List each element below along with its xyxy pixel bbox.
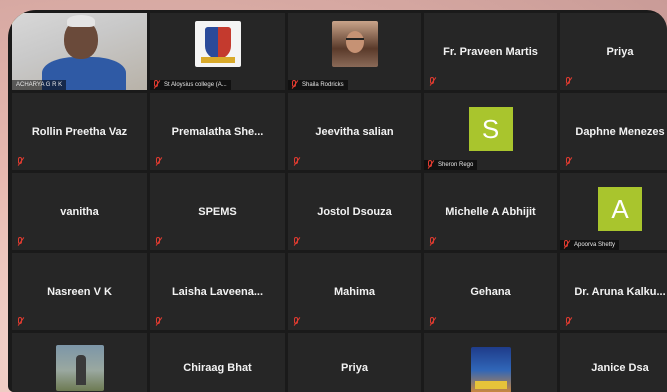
participant-tile-daphne[interactable]: Daphne Menezes xyxy=(560,93,667,170)
college-crest-image xyxy=(194,21,241,67)
participant-name: Rollin Preetha Vaz xyxy=(31,125,128,138)
person-hair xyxy=(67,15,95,27)
participant-name-label: Shaila Rodricks xyxy=(288,80,348,90)
participant-tile-spems[interactable]: SPEMS xyxy=(150,173,285,250)
muted-mic-icon xyxy=(429,317,436,326)
participant-tile-apoorva[interactable]: A Apoorva Shetty xyxy=(560,173,667,250)
participant-tile-janice[interactable]: Janice Dsa xyxy=(560,333,667,392)
participant-tile-aruna[interactable]: Dr. Aruna Kalku... xyxy=(560,253,667,330)
avatar: S xyxy=(468,107,513,151)
participant-tile-rollin[interactable]: Rollin Preetha Vaz xyxy=(12,93,147,170)
glasses xyxy=(345,38,364,44)
muted-mic-icon xyxy=(565,77,572,86)
poster-image xyxy=(470,347,511,392)
participant-tile-laisha[interactable]: Laisha Laveena... xyxy=(150,253,285,330)
muted-mic-icon xyxy=(427,160,434,169)
zoom-gallery-window: ACHARYA G R K St Aloysius college (A... xyxy=(8,10,667,392)
participant-tile-gehana[interactable]: Gehana xyxy=(424,253,557,330)
participant-tile-sheron[interactable]: S Sheron Rego xyxy=(424,93,557,170)
muted-mic-icon xyxy=(291,80,298,89)
muted-mic-icon xyxy=(17,317,24,326)
participant-name: Nasreen V K xyxy=(47,285,112,298)
muted-mic-icon xyxy=(155,237,162,246)
participant-name-label: ACHARYA G R K xyxy=(12,80,67,90)
participant-name: Mahima xyxy=(334,285,375,298)
standing-figure xyxy=(75,355,86,385)
muted-mic-icon xyxy=(429,237,436,246)
participant-name: Chiraag Bhat xyxy=(183,362,252,374)
participant-tile-premalatha[interactable]: Premalatha She... xyxy=(150,93,285,170)
participant-name-label: Apoorva Shetty xyxy=(560,240,620,250)
participant-name: Janice Dsa xyxy=(591,362,649,374)
participant-tile-mahima[interactable]: Mahima xyxy=(288,253,421,330)
participant-tile-michelle[interactable]: Michelle A Abhijit xyxy=(424,173,557,250)
participant-name: Jeevitha salian xyxy=(315,125,394,138)
crest-shield xyxy=(204,27,231,59)
participant-tile-poster[interactable] xyxy=(424,333,557,392)
crest-ribbon xyxy=(200,57,235,63)
participant-tile-jeevitha[interactable]: Jeevitha salian xyxy=(288,93,421,170)
participant-tile-nasreen[interactable]: Nasreen V K xyxy=(12,253,147,330)
participant-name: Priya xyxy=(341,362,368,374)
participant-tile-photo[interactable] xyxy=(12,333,147,392)
participant-tile-priya-2[interactable]: Priya xyxy=(288,333,421,392)
participant-tile-acharya[interactable]: ACHARYA G R K xyxy=(12,13,147,90)
participant-video xyxy=(12,13,147,90)
poster-band xyxy=(474,381,507,389)
muted-mic-icon xyxy=(565,317,572,326)
participant-tile-st-aloysius[interactable]: St Aloysius college (A... xyxy=(150,13,285,90)
photo-background: ACHARYA G R K St Aloysius college (A... xyxy=(0,0,667,392)
muted-mic-icon xyxy=(293,157,300,166)
participant-name: Daphne Menezes xyxy=(575,125,665,138)
participant-tile-priya-1[interactable]: Priya xyxy=(560,13,667,90)
participant-name: Shaila Rodricks xyxy=(302,82,344,88)
participant-name: Gehana xyxy=(470,285,511,298)
participant-tile-jostol[interactable]: Jostol Dsouza xyxy=(288,173,421,250)
muted-mic-icon xyxy=(17,157,24,166)
muted-mic-icon xyxy=(155,157,162,166)
participant-name: Priya xyxy=(606,45,634,58)
outdoor-photo xyxy=(55,345,104,391)
participant-name: Sheron Rego xyxy=(438,162,474,168)
muted-mic-icon xyxy=(155,317,162,326)
participant-name-label: Sheron Rego xyxy=(424,160,478,170)
muted-mic-icon xyxy=(293,237,300,246)
participant-name: St Aloysius college (A... xyxy=(164,82,227,88)
participant-tile-chiraag[interactable]: Chiraag Bhat xyxy=(150,333,285,392)
participant-name: Apoorva Shetty xyxy=(574,242,616,248)
muted-mic-icon xyxy=(429,77,436,86)
participant-name: Jostol Dsouza xyxy=(317,205,392,218)
profile-photo xyxy=(331,21,378,67)
participant-name: Premalatha She... xyxy=(171,125,264,138)
participant-name: Dr. Aruna Kalku... xyxy=(574,285,666,298)
participant-name: SPEMS xyxy=(198,205,237,218)
participant-tile-praveen[interactable]: Fr. Praveen Martis xyxy=(424,13,557,90)
participant-tile-vanitha[interactable]: vanitha xyxy=(12,173,147,250)
participant-name-label: St Aloysius college (A... xyxy=(150,80,231,90)
participant-name: Michelle A Abhijit xyxy=(445,205,536,218)
muted-mic-icon xyxy=(293,317,300,326)
participant-name: Fr. Praveen Martis xyxy=(443,45,538,58)
muted-mic-icon xyxy=(17,237,24,246)
muted-mic-icon xyxy=(563,240,570,249)
muted-mic-icon xyxy=(565,157,572,166)
avatar: A xyxy=(598,187,642,231)
participant-tile-shaila[interactable]: Shaila Rodricks xyxy=(288,13,421,90)
participant-grid: ACHARYA G R K St Aloysius college (A... xyxy=(12,13,667,392)
participant-name: vanitha xyxy=(60,205,99,218)
muted-mic-icon xyxy=(153,80,160,89)
participant-name: Laisha Laveena... xyxy=(171,285,264,298)
